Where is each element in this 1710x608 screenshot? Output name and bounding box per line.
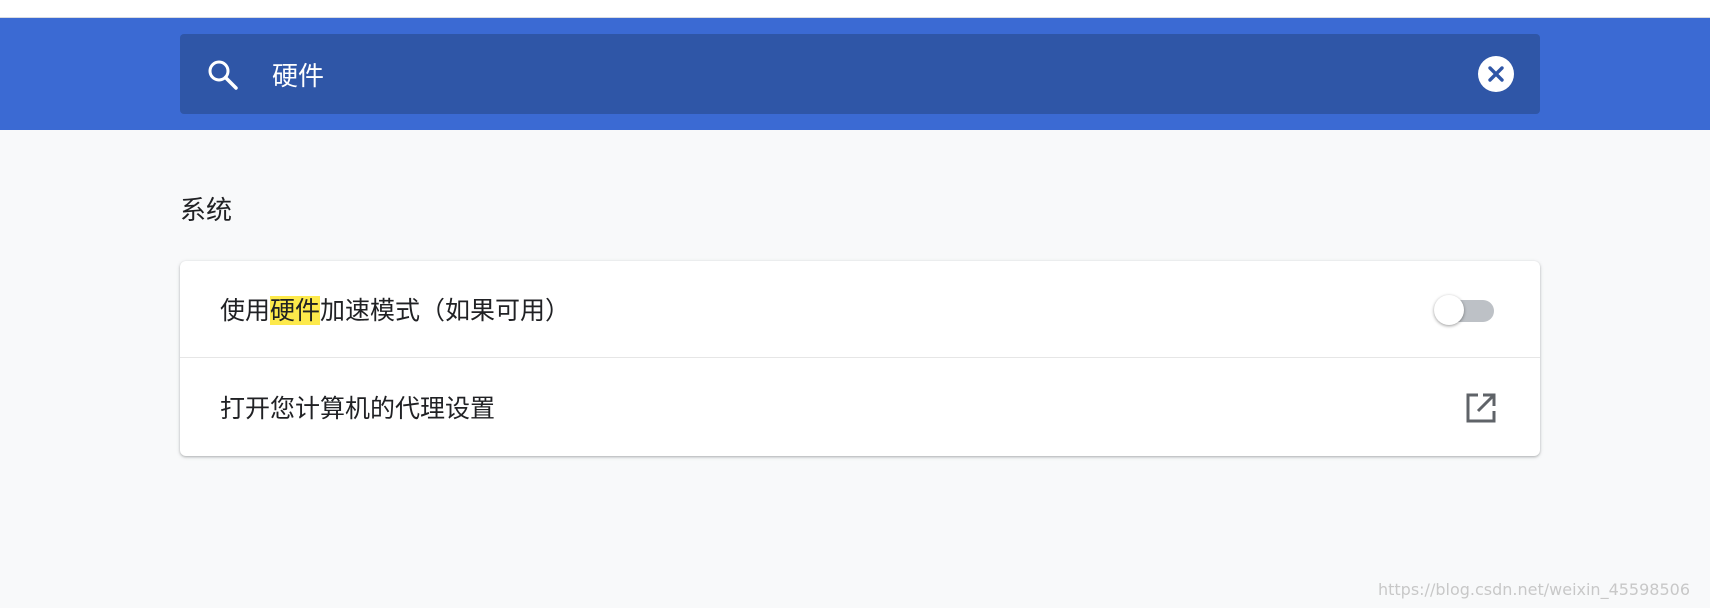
- hardware-acceleration-label: 使用硬件加速模式（如果可用）: [220, 291, 570, 327]
- search-input[interactable]: [272, 52, 1432, 96]
- search-icon[interactable]: [206, 58, 240, 92]
- search-header: [0, 18, 1710, 130]
- clear-search-button[interactable]: [1478, 56, 1514, 92]
- top-strip: [0, 0, 1710, 18]
- label-prefix: 使用: [220, 296, 271, 325]
- hardware-acceleration-row[interactable]: 使用硬件加速模式（如果可用）: [180, 261, 1540, 358]
- search-box: [180, 34, 1540, 114]
- section-title: 系统: [180, 196, 233, 226]
- close-icon: [1488, 66, 1504, 82]
- watermark: https://blog.csdn.net/weixin_45598506: [1377, 580, 1690, 599]
- proxy-settings-row[interactable]: 打开您计算机的代理设置: [180, 359, 1540, 456]
- proxy-settings-label: 打开您计算机的代理设置: [220, 394, 496, 423]
- search-highlight: 硬件: [270, 296, 321, 325]
- settings-card: 使用硬件加速模式（如果可用） 打开您计算机的代理设置: [180, 261, 1540, 456]
- toggle-knob: [1434, 295, 1464, 325]
- label-suffix: 加速模式（如果可用）: [320, 296, 571, 325]
- hardware-acceleration-toggle[interactable]: [1434, 295, 1494, 325]
- external-link-icon[interactable]: [1464, 391, 1498, 425]
